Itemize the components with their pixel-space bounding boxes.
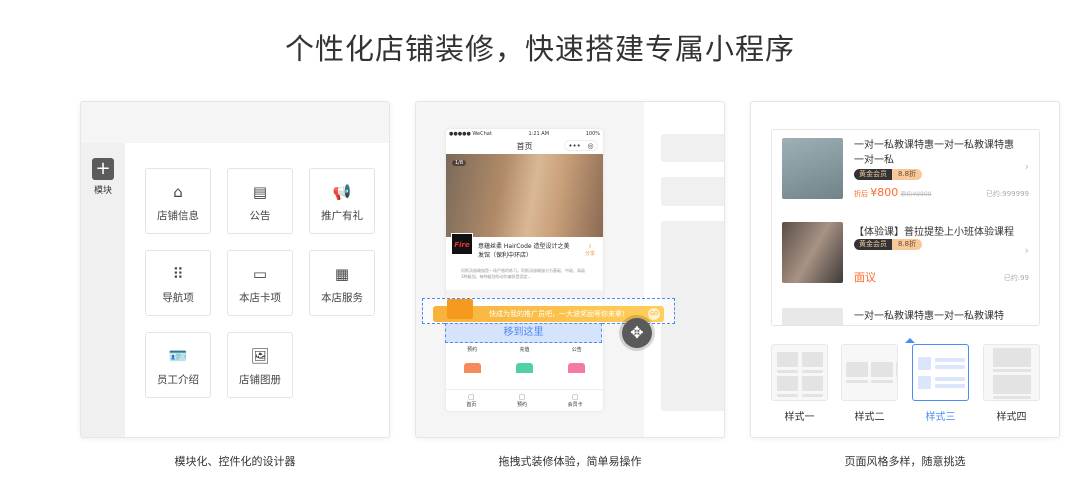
module-tile[interactable]: ▦ 本店服务 [309,250,375,316]
member-badge: 黄金会员 8.8折 [854,239,923,250]
style-label[interactable]: 样式一 [771,408,828,423]
module-tile[interactable]: 🪪 员工介绍 [145,332,211,398]
tab-icon: ▢ [468,393,475,401]
course-title: 一对一私教课特惠一对一私教课特惠一对一私 [854,140,1014,166]
apps-icon: ▦ [334,265,350,283]
tab-0[interactable]: ▢ 首页 [466,390,476,411]
module-label: 导航项 [162,292,194,304]
property-placeholder [661,134,724,162]
styles-caption: 页面风格多样，随意挑选 [844,455,966,468]
style-option-1[interactable] [771,344,828,401]
shortcut-label: 预约 [467,347,478,353]
course-image [782,308,843,325]
module-label: 店铺信息 [157,210,199,222]
store-logo: Fire [451,233,473,255]
store-icon: ⌂ [173,183,183,201]
module-tile[interactable]: ⌂ 店铺信息 [145,168,211,234]
capsule-menu[interactable]: ••• ◎ [564,140,598,151]
phone-tabbar: ▢ 首页 ▢ 预约 ▢ 会员卡 [446,389,603,411]
shortcut-icon[interactable] [515,363,533,373]
module-label: 员工介绍 [157,374,199,386]
course-image [782,222,843,283]
member-badge: 黄金会员 8.8折 [854,169,923,180]
add-module-button[interactable]: + [92,158,114,180]
drop-target[interactable]: 移到这里 [445,323,602,343]
style-option-4[interactable] [983,344,1040,401]
course-price: 折后 ¥800 原价¥9999 [854,186,932,199]
promo-text: 快成为我的推广员吧，一大波奖励等你来拿！ [489,310,629,318]
store-name: 意蕴丝柔 HairCode 造型设计之美发馆（保利中环店） [478,243,570,259]
tab-1[interactable]: ▢ 预约 [517,390,527,411]
course-price: 面议 [854,271,876,284]
share-button[interactable]: ⇪ 分享 [585,244,595,257]
module-tile[interactable]: ▤ 公告 [227,168,293,234]
tab-label: 首页 [466,402,477,408]
course-list-preview: 一对一私教课特惠一对一私教课特惠一对一私 黄金会员 8.8折 折后 ¥800 原价… [771,129,1040,326]
module-label: 本店卡项 [239,292,281,304]
id-card-icon: 🪪 [168,347,188,365]
share-label: 分享 [585,251,596,257]
drag-caption: 拖拽式装修体验，简单易操作 [498,455,642,468]
add-module-label: 模块 [93,186,112,196]
module-label: 本店服务 [321,292,363,304]
style-label[interactable]: 样式四 [983,408,1040,423]
selection-pointer [905,338,915,343]
image-icon: 🖼 [250,347,270,365]
shortcut-icon[interactable] [463,363,481,373]
phone-icon-grid-row2 [446,363,603,373]
course-title: 一对一私教课特惠一对一私教课特 [854,311,1004,322]
promo-go-button[interactable]: GO [648,308,660,320]
photo-counter: 1/8 [452,160,467,166]
chevron-right-icon[interactable]: › [1025,160,1029,173]
designer-topbar [81,102,389,143]
store-desc: 阿斯汤伽瑜伽是一场严格的练习。阿斯汤伽瑜伽分为基础、中级、高级3种级别。每种级别… [461,268,585,279]
grid-dots-icon: ⠿ [172,265,184,283]
designer-sidebar: + 模块 [81,143,125,437]
style-option-2[interactable] [841,344,898,401]
phone-preview: ●●●●● WeChat 1:21 AM 100% 首页 ••• ◎ 1/8 Fi… [446,129,603,411]
style-label[interactable]: 样式三 [912,408,969,423]
tab-icon: ▢ [571,393,579,401]
shortcut-icon[interactable] [568,363,586,373]
module-tile[interactable]: 📢 推广有礼 [309,168,375,234]
status-time: 1:21 AM [528,131,550,137]
course-title: 【体验课】普拉提垫上小班体验课程 [854,227,1014,238]
sold-count: 已约:999999 [985,190,1029,198]
styles-panel: 一对一私教课特惠一对一私教课特惠一对一私 黄金会员 8.8折 折后 ¥800 原价… [750,101,1060,438]
tab-label: 会员卡 [567,402,583,408]
course-image [782,138,843,199]
designer-panel: + 模块 ⌂ 店铺信息 ▤ 公告 📢 推广有礼 ⠿ 导航项 ▭ 本店卡项 ▦ 本店服务 🪪 员工介绍 🖼 店铺… [80,101,390,438]
sold-count: 已约:99 [1003,274,1029,282]
megaphone-icon: 📢 [332,183,352,201]
chevron-right-icon[interactable]: › [1025,244,1029,257]
designer-caption: 模块化、控件化的设计器 [174,455,296,468]
shortcut-label: 公告 [571,347,582,353]
style-label[interactable]: 样式二 [841,408,898,423]
shortcut-label: 充值 [519,347,530,353]
module-tile[interactable]: 🖼 店铺图册 [227,332,293,398]
store-banner-image: 1/8 [446,154,603,237]
gift-icon [447,299,473,319]
module-tile[interactable]: ▭ 本店卡项 [227,250,293,316]
move-handle-icon[interactable]: ✥ [622,318,652,348]
property-placeholder [661,177,724,206]
tab-label: 预约 [516,402,527,408]
module-label: 推广有礼 [321,210,363,222]
style-option-3[interactable] [912,344,969,401]
status-carrier: ●●●●● WeChat [449,131,492,137]
close-target-icon[interactable]: ◎ [588,142,594,150]
more-icon[interactable]: ••• [568,142,580,150]
tab-icon: ▢ [518,393,526,401]
status-battery: 100% [585,131,600,137]
notice-icon: ▤ [252,183,268,201]
tab-2[interactable]: ▢ 会员卡 [568,390,583,411]
page-headline: 个性化店铺装修，快速搭建专属小程序 [284,32,795,66]
drag-panel: ●●●●● WeChat 1:21 AM 100% 首页 ••• ◎ 1/8 Fi… [415,101,725,438]
module-label: 店铺图册 [239,374,281,386]
module-tile[interactable]: ⠿ 导航项 [145,250,211,316]
module-label: 公告 [249,210,271,222]
card-icon: ▭ [252,265,268,283]
